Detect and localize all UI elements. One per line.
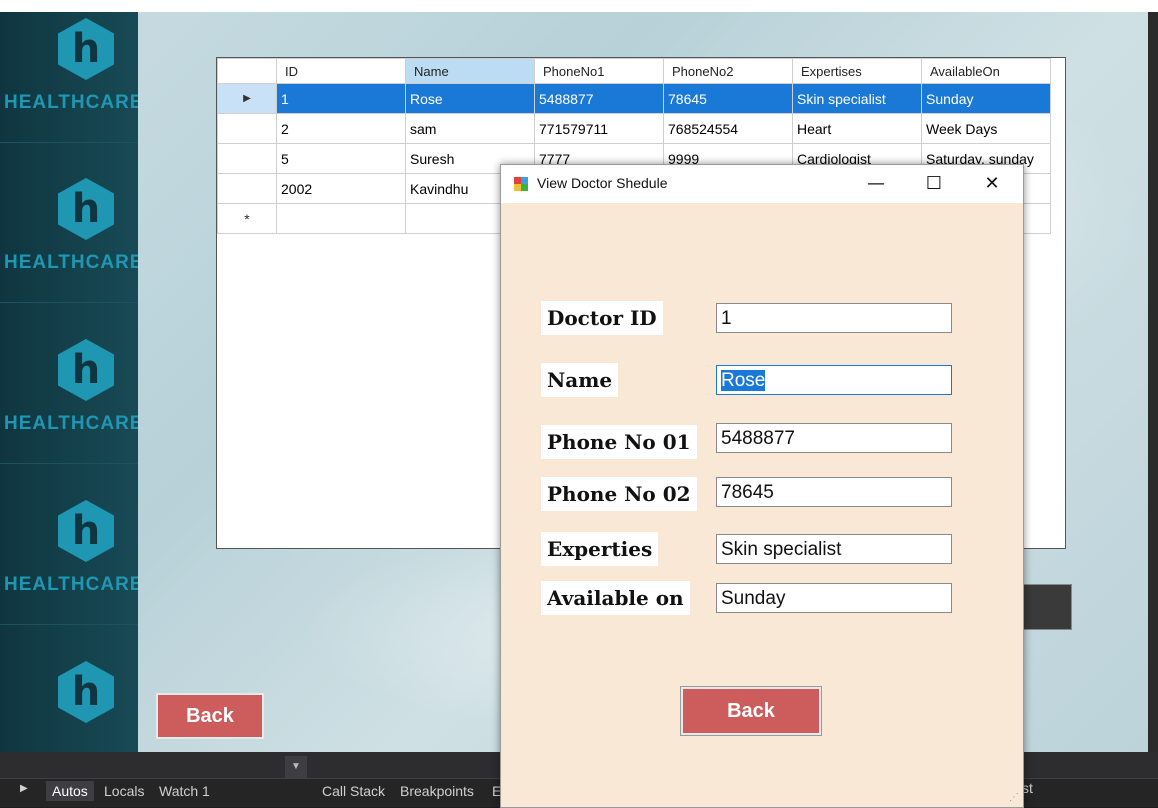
- row-header[interactable]: [217, 173, 277, 204]
- available-on-field[interactable]: Sunday: [716, 583, 952, 613]
- column-header-phoneno2[interactable]: PhoneNo2: [663, 58, 793, 84]
- tab-autos[interactable]: Autos: [46, 781, 94, 801]
- new-row-icon[interactable]: *: [217, 203, 277, 234]
- sidebar-logo: h: [0, 625, 138, 752]
- window-edge: [1148, 12, 1158, 752]
- column-header-phoneno1[interactable]: PhoneNo1: [534, 58, 664, 84]
- selected-text: Rose: [721, 370, 766, 391]
- grid-header: ID Name PhoneNo1 PhoneNo2 Expertises Ava…: [217, 58, 1051, 84]
- column-header-name[interactable]: Name: [405, 58, 535, 84]
- phone-no-01-field[interactable]: 5488877: [716, 423, 952, 453]
- dialog-title: View Doctor Shedule: [537, 175, 668, 191]
- tab-watch-1[interactable]: Watch 1: [159, 783, 210, 799]
- table-row[interactable]: ▶ 1 Rose 5488877 78645 Skin specialist S…: [217, 83, 1051, 114]
- dialog-back-button[interactable]: Back: [680, 686, 822, 736]
- phone-no-02-label: Phone No 02: [541, 477, 697, 511]
- cell-phone2[interactable]: 768524554: [663, 113, 793, 144]
- back-button[interactable]: Back: [156, 693, 264, 739]
- top-strip: [0, 0, 1158, 12]
- doctor-id-label: Doctor ID: [541, 301, 663, 335]
- row-header-corner[interactable]: [217, 58, 277, 84]
- cell-id[interactable]: 1: [276, 83, 406, 114]
- name-label: Name: [541, 363, 619, 397]
- view-doctor-schedule-dialog: View Doctor Shedule — ☐ ✕ Doctor ID 1 Na…: [500, 164, 1024, 808]
- dialog-titlebar[interactable]: View Doctor Shedule — ☐ ✕: [501, 165, 1023, 203]
- table-row[interactable]: 2 sam 771579711 768524554 Heart Week Day…: [217, 113, 1051, 144]
- column-header-availableon[interactable]: AvailableOn: [921, 58, 1051, 84]
- healthcare-logo-icon: h: [58, 661, 114, 723]
- sidebar-logo: h HEALTHCARE: [0, 303, 138, 464]
- column-header-id[interactable]: ID: [276, 58, 406, 84]
- close-icon[interactable]: ✕: [969, 169, 1015, 199]
- healthcare-logo-icon: h: [58, 500, 114, 562]
- healthcare-logo-icon: h: [58, 178, 114, 240]
- resize-grip-icon[interactable]: ⋰: [1009, 792, 1019, 803]
- healthcare-logo-icon: h: [58, 339, 114, 401]
- healthcare-logo-icon: h: [58, 18, 114, 80]
- current-row-icon[interactable]: ▶: [217, 83, 277, 114]
- play-icon[interactable]: ▶: [20, 783, 28, 794]
- available-on-label: Available on: [541, 581, 690, 615]
- experties-label: Experties: [541, 532, 659, 566]
- phone-no-02-field[interactable]: 78645: [716, 477, 952, 507]
- tab-call-stack[interactable]: Call Stack: [322, 783, 385, 799]
- tab-locals[interactable]: Locals: [104, 783, 144, 799]
- cell-phone2[interactable]: 78645: [663, 83, 793, 114]
- doctor-id-field[interactable]: 1: [716, 303, 952, 333]
- cell-id[interactable]: 2002: [276, 173, 406, 204]
- logo-text: HEALTHCARE: [4, 574, 138, 595]
- row-header[interactable]: [217, 143, 277, 174]
- logo-text: HEALTHCARE: [4, 92, 138, 113]
- logo-text: HEALTHCARE: [4, 252, 138, 273]
- name-field[interactable]: Rose: [716, 365, 952, 395]
- chevron-down-icon[interactable]: ▼: [285, 756, 307, 778]
- cell-name[interactable]: Rose: [405, 83, 535, 114]
- cell-id[interactable]: [276, 203, 406, 234]
- cell-expertise[interactable]: Heart: [792, 113, 922, 144]
- tab-breakpoints[interactable]: Breakpoints: [400, 783, 474, 799]
- logo-text: HEALTHCARE: [4, 413, 138, 434]
- cell-id[interactable]: 5: [276, 143, 406, 174]
- maximize-icon[interactable]: ☐: [911, 169, 957, 199]
- column-header-expertises[interactable]: Expertises: [792, 58, 922, 84]
- sidebar-logo: h HEALTHCARE: [0, 142, 138, 303]
- row-header[interactable]: [217, 113, 277, 144]
- form-icon: [514, 177, 528, 191]
- cell-phone1[interactable]: 5488877: [534, 83, 664, 114]
- sidebar-logo: h HEALTHCARE: [0, 464, 138, 625]
- sidebar-logo: h HEALTHCARE: [0, 12, 138, 143]
- cell-available[interactable]: Week Days: [921, 113, 1051, 144]
- cell-phone1[interactable]: 771579711: [534, 113, 664, 144]
- phone-no-01-label: Phone No 01: [541, 425, 697, 459]
- cell-id[interactable]: 2: [276, 113, 406, 144]
- experties-field[interactable]: Skin specialist: [716, 534, 952, 564]
- cell-available[interactable]: Sunday: [921, 83, 1051, 114]
- sidebar: h HEALTHCARE h HEALTHCARE h HEALTHCARE h…: [0, 12, 138, 752]
- cell-expertise[interactable]: Skin specialist: [792, 83, 922, 114]
- minimize-icon[interactable]: —: [853, 169, 899, 199]
- cell-name[interactable]: sam: [405, 113, 535, 144]
